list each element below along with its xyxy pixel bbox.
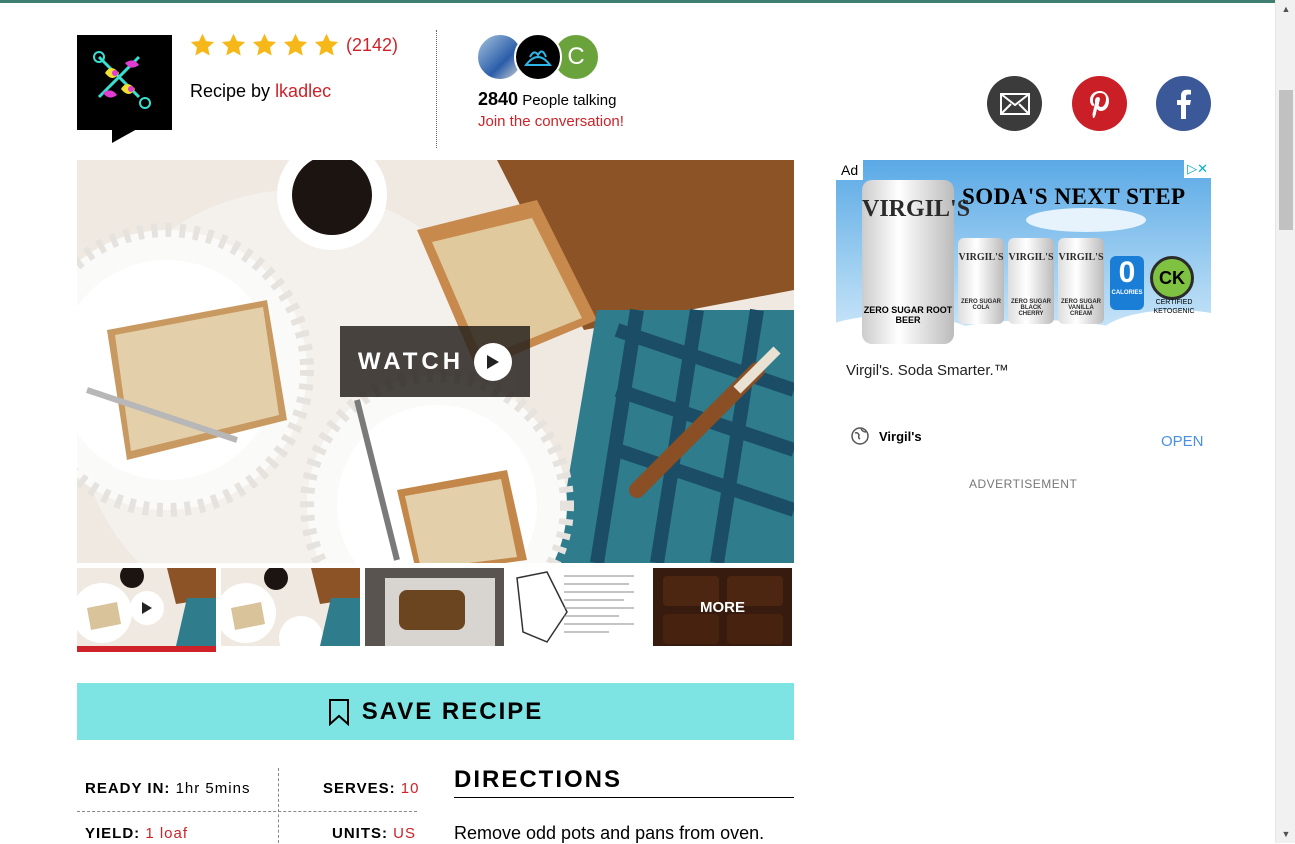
yield-value[interactable]: 1 loaf xyxy=(145,825,188,842)
people-talking: 2840 People talking xyxy=(478,89,616,110)
share-facebook-button[interactable] xyxy=(1156,76,1211,131)
direction-step: Remove odd pots and pans from oven. xyxy=(454,823,765,843)
save-recipe-button[interactable]: SAVE RECIPE xyxy=(77,683,794,740)
avatar-speech-tail xyxy=(112,129,137,143)
ad-can-brand: VIRGIL'S xyxy=(1008,252,1054,263)
serves: SERVES: 10 xyxy=(323,780,419,797)
photo-thumbnails: MORE xyxy=(77,568,797,652)
ad-advertiser[interactable]: Virgil's xyxy=(851,427,922,445)
yield: YIELD: 1 loaf xyxy=(85,825,188,842)
directions-heading: DIRECTIONS xyxy=(454,766,623,793)
ad-can-brand: VIRGIL'S xyxy=(1058,252,1104,263)
ad-can-root-beer: VIRGIL'S ZERO SUGAR ROOT BEER xyxy=(862,180,971,344)
info-divider xyxy=(278,768,279,843)
ready-in-value: 1hr 5mins xyxy=(175,780,251,797)
ad-can-flavor: ZERO SUGAR COLA xyxy=(960,299,1001,311)
watch-video-button[interactable]: WATCH xyxy=(340,326,530,397)
ad-ck-text: CERTIFIED KETOGENIC xyxy=(1153,299,1195,315)
thumbnail-image xyxy=(509,568,648,646)
advertisement-label: ADVERTISEMENT xyxy=(969,477,1078,491)
watch-label: WATCH xyxy=(357,347,465,375)
pie-icon xyxy=(523,50,553,66)
pinterest-icon xyxy=(1089,90,1109,118)
email-icon xyxy=(999,92,1030,115)
units: UNITS: US xyxy=(332,825,416,842)
thumbnail-video[interactable] xyxy=(77,568,216,652)
ad-can-black-cherry: VIRGIL'S ZERO SUGAR BLACK CHERRY xyxy=(1008,238,1054,324)
author-avatar[interactable] xyxy=(77,35,172,130)
rating-count[interactable]: (2142) xyxy=(346,35,398,56)
recipe-by-label: Recipe by xyxy=(190,81,271,101)
ad-can-flavor: ZERO SUGAR VANILLA CREAM xyxy=(1060,299,1101,317)
community-avatar[interactable] xyxy=(514,33,562,81)
rating-stars[interactable]: (2142) xyxy=(189,32,398,59)
ad-can-cola: VIRGIL'S ZERO SUGAR COLA xyxy=(958,238,1004,324)
ad-can-label: ZERO SUGAR ROOT BEER xyxy=(863,305,953,325)
play-icon xyxy=(130,591,164,625)
star-icon xyxy=(190,33,215,56)
header-divider xyxy=(436,30,437,148)
save-recipe-label: SAVE RECIPE xyxy=(361,697,544,725)
author-link[interactable]: lkadlec xyxy=(275,81,331,101)
thumbnail-image xyxy=(221,568,360,646)
star-icon xyxy=(314,33,339,56)
units-key: UNITS: xyxy=(332,825,388,842)
ad-can-vanilla-cream: VIRGIL'S ZERO SUGAR VANILLA CREAM xyxy=(1058,238,1104,324)
thumbnail-more[interactable]: MORE xyxy=(653,568,792,646)
scrollbar-thumb[interactable] xyxy=(1279,90,1293,230)
facebook-icon xyxy=(1176,89,1191,119)
ad-ck-badge: CK xyxy=(1150,256,1194,300)
more-photos-label: MORE xyxy=(653,568,792,646)
ad-headline: SODA'S NEXT STEP xyxy=(962,184,1186,209)
thumbnail-photo[interactable] xyxy=(365,568,504,646)
ad-can-brand: VIRGIL'S xyxy=(958,252,1004,263)
page-scrollbar[interactable]: ▲ ▼ xyxy=(1275,0,1295,843)
author-avatar-art-icon xyxy=(93,51,151,109)
avatar-initial: C xyxy=(567,43,585,70)
community-avatars[interactable]: C xyxy=(476,33,600,81)
thumbnail-photo[interactable] xyxy=(509,568,648,646)
share-pinterest-button[interactable] xyxy=(1072,76,1127,131)
play-icon xyxy=(474,342,513,381)
star-icon xyxy=(283,33,308,56)
globe-icon xyxy=(851,427,869,445)
serves-key: SERVES: xyxy=(323,780,396,797)
scroll-down-icon[interactable]: ▼ xyxy=(1276,829,1295,839)
people-talking-label: People talking xyxy=(518,92,617,109)
recipe-main-photo[interactable]: WATCH xyxy=(77,160,794,563)
ad-calories-label: CALORIES xyxy=(1111,290,1143,296)
units-value[interactable]: US xyxy=(393,825,416,842)
ad-open-button[interactable]: OPEN xyxy=(1161,433,1204,450)
ad-banner[interactable]: Ad ▷✕ SODA'S NEXT STEP VIRGIL'S ZERO SUG… xyxy=(836,160,1211,356)
bookmark-icon xyxy=(328,698,349,726)
thumbnail-image xyxy=(365,568,504,646)
ad-caption[interactable]: Virgil's. Soda Smarter.™ xyxy=(846,362,1009,379)
ready-in: READY IN: 1hr 5mins xyxy=(85,780,250,797)
ad-can-flavor: ZERO SUGAR BLACK CHERRY xyxy=(1010,299,1051,317)
info-divider xyxy=(77,811,417,812)
ad-zero-calories: 0 CALORIES xyxy=(1110,256,1144,310)
recipe-author-line: Recipe by lkadlec xyxy=(190,81,331,102)
ad-choices-icon[interactable]: ▷✕ xyxy=(1184,160,1211,178)
directions-rule xyxy=(454,797,794,798)
yield-key: YIELD: xyxy=(85,825,141,842)
scroll-up-icon[interactable]: ▲ xyxy=(1276,4,1295,14)
join-conversation-link[interactable]: Join the conversation! xyxy=(478,113,624,130)
star-icon xyxy=(252,33,277,56)
ready-in-key: READY IN: xyxy=(85,780,171,797)
ad-can-brand: VIRGIL'S xyxy=(862,196,971,222)
ad-zero-number: 0 xyxy=(1118,256,1136,289)
ad-advertiser-name: Virgil's xyxy=(879,428,922,444)
ad-badge: Ad xyxy=(836,160,864,180)
star-icon xyxy=(221,33,246,56)
people-talking-count: 2840 xyxy=(478,89,519,109)
top-accent-bar xyxy=(0,0,1275,3)
thumbnail-photo[interactable] xyxy=(221,568,360,646)
share-email-button[interactable] xyxy=(987,76,1042,131)
serves-value[interactable]: 10 xyxy=(401,780,420,797)
